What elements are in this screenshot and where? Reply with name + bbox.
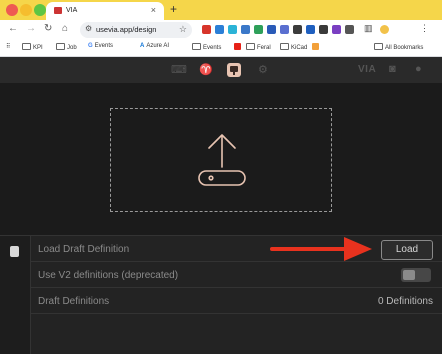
bookmark-job[interactable]: Job bbox=[56, 43, 77, 51]
folder-icon bbox=[22, 43, 31, 50]
extensions-puzzle-icon[interactable] bbox=[345, 25, 354, 34]
bookmark-youtube[interactable] bbox=[234, 43, 243, 51]
home-icon[interactable]: ⌂ bbox=[62, 23, 68, 34]
settings-row-label: Draft Definitions bbox=[38, 296, 110, 307]
extension-icon[interactable] bbox=[280, 25, 289, 34]
browser-toolbar: ← → ↻ ⌂ ⚙ usevia.app/design ☆ ▥ ⋮ bbox=[0, 20, 442, 40]
definition-dropzone[interactable] bbox=[110, 108, 332, 212]
profile-avatar[interactable] bbox=[380, 25, 389, 34]
minimize-window-button[interactable] bbox=[20, 4, 32, 16]
extension-icon[interactable] bbox=[306, 25, 315, 34]
bookmark-orange[interactable] bbox=[312, 43, 321, 51]
settings-row-label: Use V2 definitions (deprecated) bbox=[38, 270, 179, 281]
maximize-window-button[interactable] bbox=[34, 4, 46, 16]
back-icon[interactable]: ← bbox=[8, 23, 18, 34]
address-bar[interactable]: ⚙ usevia.app/design ☆ bbox=[80, 22, 192, 38]
settings-row-label: Load Draft Definition bbox=[38, 244, 130, 255]
tab-close-button[interactable]: × bbox=[151, 5, 156, 15]
via-favicon-icon bbox=[54, 7, 62, 14]
bookmark-kpi[interactable]: KPI bbox=[22, 43, 43, 51]
new-tab-button[interactable]: + bbox=[170, 2, 177, 16]
via-brand: VIA bbox=[358, 64, 377, 75]
extension-icon[interactable] bbox=[228, 25, 237, 34]
orange-square-icon bbox=[312, 43, 319, 50]
upload-icon bbox=[198, 134, 246, 186]
bookmark-azure-ai[interactable]: A Azure AI bbox=[140, 43, 169, 49]
site-info-icon[interactable]: ⚙ bbox=[85, 24, 92, 33]
apps-grid-icon[interactable]: ⠿ bbox=[6, 43, 10, 50]
github-icon[interactable]: ● bbox=[414, 63, 428, 77]
folder-icon bbox=[56, 43, 65, 50]
folder-icon bbox=[374, 43, 383, 50]
browser-tab-via[interactable]: VIA × bbox=[46, 2, 164, 20]
document-icon[interactable] bbox=[10, 246, 19, 257]
extension-icon[interactable] bbox=[215, 25, 224, 34]
bookmark-events-folder[interactable]: Events bbox=[192, 43, 221, 51]
use-v2-toggle[interactable] bbox=[401, 268, 431, 282]
google-icon: G bbox=[88, 43, 93, 49]
test-icon[interactable]: ♈ bbox=[198, 63, 213, 77]
forward-icon[interactable]: → bbox=[26, 23, 36, 34]
menu-kebab-icon[interactable]: ⋮ bbox=[420, 23, 429, 34]
extension-icon[interactable] bbox=[319, 25, 328, 34]
keycap-icon bbox=[230, 66, 238, 75]
youtube-icon bbox=[234, 43, 241, 50]
discord-icon[interactable]: ◙ bbox=[388, 63, 402, 77]
red-arrow-annotation bbox=[270, 237, 372, 261]
bookmark-feral[interactable]: Feral bbox=[246, 43, 271, 51]
design-drop-area bbox=[0, 83, 442, 233]
load-button[interactable]: Load bbox=[381, 240, 433, 260]
extension-icon[interactable] bbox=[267, 25, 276, 34]
extension-icon[interactable] bbox=[254, 25, 263, 34]
folder-icon bbox=[192, 43, 201, 50]
app-header: ⌨ ♈ ⚙ VIA ◙ ● bbox=[0, 57, 442, 83]
settings-row-load-draft: Load Draft Definition Load bbox=[30, 236, 442, 262]
browser-tab-strip: VIA × + bbox=[0, 0, 442, 20]
extension-icon[interactable] bbox=[293, 25, 302, 34]
folder-icon bbox=[280, 43, 289, 50]
bookmark-star-icon[interactable]: ☆ bbox=[179, 24, 187, 35]
tab-title: VIA bbox=[66, 7, 78, 14]
extension-icon[interactable] bbox=[241, 25, 250, 34]
azure-icon: A bbox=[140, 43, 145, 49]
bookmark-events[interactable]: G Events bbox=[88, 43, 113, 49]
bookmark-all-bookmarks[interactable]: All Bookmarks bbox=[374, 43, 423, 51]
folder-icon bbox=[246, 43, 255, 50]
design-tab-icon[interactable] bbox=[227, 63, 241, 77]
bookmark-kicad[interactable]: KiCad bbox=[280, 43, 307, 51]
settings-row-use-v2: Use V2 definitions (deprecated) bbox=[30, 262, 442, 288]
side-panel-icon[interactable]: ▥ bbox=[364, 23, 373, 34]
settings-icon[interactable]: ⚙ bbox=[257, 63, 271, 77]
extension-icon[interactable] bbox=[202, 25, 211, 34]
reload-icon[interactable]: ↻ bbox=[44, 23, 52, 34]
keyboard-icon[interactable]: ⌨ bbox=[170, 63, 187, 77]
settings-sidebar bbox=[0, 236, 31, 354]
toggle-knob bbox=[403, 270, 415, 280]
settings-row-draft-definitions: Draft Definitions 0 Definitions bbox=[30, 288, 442, 314]
close-window-button[interactable] bbox=[6, 4, 18, 16]
address-bar-url: usevia.app/design bbox=[96, 25, 157, 34]
extension-icon[interactable] bbox=[332, 25, 341, 34]
draft-definitions-count: 0 Definitions bbox=[377, 296, 433, 307]
bookmarks-bar: ⠿ KPI Job G Events A Azure AI Events Feral… bbox=[0, 40, 442, 57]
